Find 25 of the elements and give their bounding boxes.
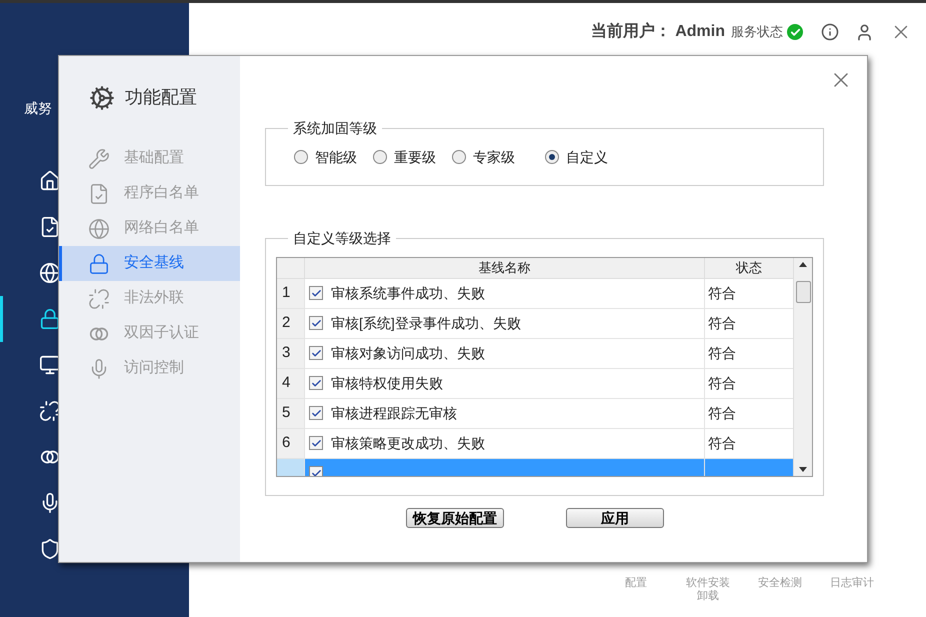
table-cell-text: 符合 <box>707 284 737 302</box>
table-cell-text: 符合 <box>707 404 737 422</box>
table-cell-text: 符合 <box>707 344 737 362</box>
table-cell-text: 符合 <box>707 374 737 392</box>
table-cell: 审核系统事件成功、失败 <box>305 278 705 308</box>
table-cell: 审核策略更改成功、失败 <box>305 428 705 458</box>
row-number: 4 <box>277 368 305 398</box>
table-cell-text: 符合 <box>707 434 737 452</box>
row-number: 1 <box>277 278 305 308</box>
current-user-label: 当前用户： <box>591 21 672 42</box>
table-cell: 审核特权使用失败 <box>305 368 705 398</box>
table-cell: 审核[系统]登录事件成功、失败 <box>305 308 705 338</box>
row-number: 2 <box>277 308 305 338</box>
group-legend: 自定义等级选择 <box>288 228 396 249</box>
row-number: 5 <box>277 398 305 428</box>
table-cell: 审核对象访问成功、失败 <box>305 338 705 368</box>
brand-name: 威努 <box>24 99 53 118</box>
service-status-label: 服务状态 <box>731 23 783 42</box>
current-user-name: Admin <box>675 22 725 42</box>
dialog-title: 功能配置 <box>125 86 197 109</box>
row-number: 3 <box>277 338 305 368</box>
group-legend: 系统加固等级 <box>288 118 382 139</box>
row-number: 6 <box>277 428 305 458</box>
table-cell-text: 符合 <box>707 314 737 332</box>
table-cell: 审核进程跟踪无审核 <box>305 398 705 428</box>
